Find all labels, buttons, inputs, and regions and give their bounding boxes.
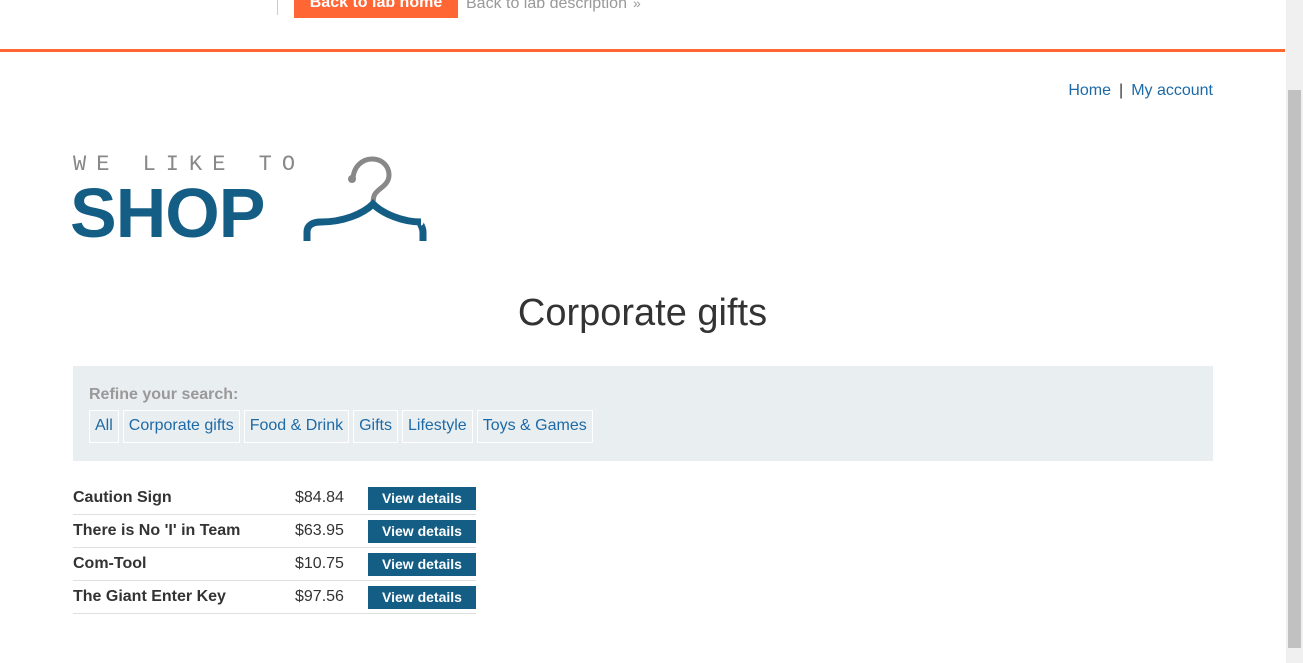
back-to-lab-description-link[interactable]: Back to lab description » — [466, 0, 641, 13]
product-price: $63.95 — [295, 522, 344, 539]
table-row: Caution Sign $84.84 View details — [73, 482, 476, 515]
product-name: There is No 'I' in Team — [73, 522, 241, 539]
banner-divider — [277, 0, 278, 15]
table-row: Com-Tool $10.75 View details — [73, 548, 476, 581]
filter-toys-games[interactable]: Toys & Games — [476, 410, 593, 443]
table-row: The Giant Enter Key $97.56 View details — [73, 581, 476, 614]
filter-lifestyle[interactable]: Lifestyle — [401, 410, 473, 443]
hanger-icon — [303, 156, 427, 241]
filter-corporate-gifts[interactable]: Corporate gifts — [122, 410, 240, 443]
lab-banner: Back to lab home Back to lab description… — [0, 0, 1285, 52]
my-account-link[interactable]: My account — [1131, 82, 1213, 100]
account-nav: Home | My account — [1068, 82, 1213, 100]
product-name: The Giant Enter Key — [73, 588, 226, 605]
filter-gifts[interactable]: Gifts — [353, 410, 398, 443]
view-details-button[interactable]: View details — [368, 552, 476, 576]
page-title: Corporate gifts — [517, 292, 768, 334]
category-filters: All Corporate gifts Food & Drink Gifts L… — [89, 410, 593, 443]
scrollbar-thumb[interactable] — [1288, 90, 1301, 648]
filter-all[interactable]: All — [89, 410, 119, 443]
product-price: $10.75 — [295, 555, 344, 572]
view-details-button[interactable]: View details — [368, 585, 476, 609]
view-details-button[interactable]: View details — [368, 486, 476, 510]
product-price: $84.84 — [295, 489, 344, 506]
filter-panel: Refine your search: All Corporate gifts … — [73, 366, 1213, 461]
chevron-right-icon: » — [632, 0, 641, 11]
logo-wordmark: SHOP — [70, 174, 265, 252]
refine-label: Refine your search: — [89, 386, 239, 403]
page-scrollbar[interactable] — [1286, 0, 1303, 663]
nav-separator: | — [1119, 82, 1124, 99]
product-table: Caution Sign $84.84 View details There i… — [73, 482, 476, 614]
table-row: There is No 'I' in Team $63.95 View deta… — [73, 515, 476, 548]
filter-food-drink[interactable]: Food & Drink — [243, 410, 350, 443]
view-details-button[interactable]: View details — [368, 519, 476, 543]
back-to-lab-home-button[interactable]: Back to lab home — [294, 0, 458, 18]
shop-logo: WE LIKE TO SHOP — [70, 150, 433, 252]
back-to-lab-description-label: Back to lab description — [466, 0, 627, 12]
product-name: Caution Sign — [73, 489, 172, 506]
home-link[interactable]: Home — [1068, 82, 1111, 100]
product-price: $97.56 — [295, 588, 344, 605]
product-name: Com-Tool — [73, 555, 147, 572]
